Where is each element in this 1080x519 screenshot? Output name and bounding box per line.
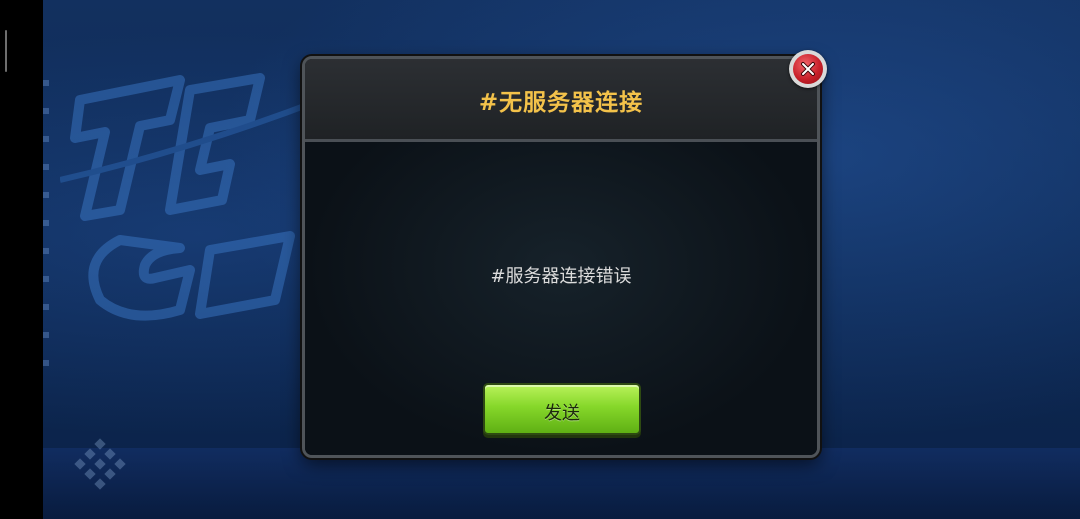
dialog-header: #无服务器连接 (305, 59, 817, 142)
game-screen: #无服务器连接 #服务器连接错误 发送 (0, 0, 1080, 519)
server-error-dialog: #无服务器连接 #服务器连接错误 发送 (302, 56, 820, 458)
send-button-label: 发送 (544, 403, 580, 424)
dialog-title: #无服务器连接 (478, 90, 644, 116)
send-button[interactable]: 发送 (483, 383, 641, 435)
close-x-icon (793, 54, 823, 84)
background-edge-pattern (43, 80, 49, 380)
close-button[interactable] (789, 50, 827, 88)
dialog-body: #服务器连接错误 发送 (305, 142, 817, 455)
side-handle[interactable] (5, 30, 7, 72)
game-logo-watermark (60, 73, 320, 321)
left-system-bar (0, 0, 43, 519)
dialog-message: #服务器连接错误 (490, 266, 632, 287)
background-bottom-band (43, 448, 1080, 519)
diamond-pattern-icon (74, 438, 126, 490)
